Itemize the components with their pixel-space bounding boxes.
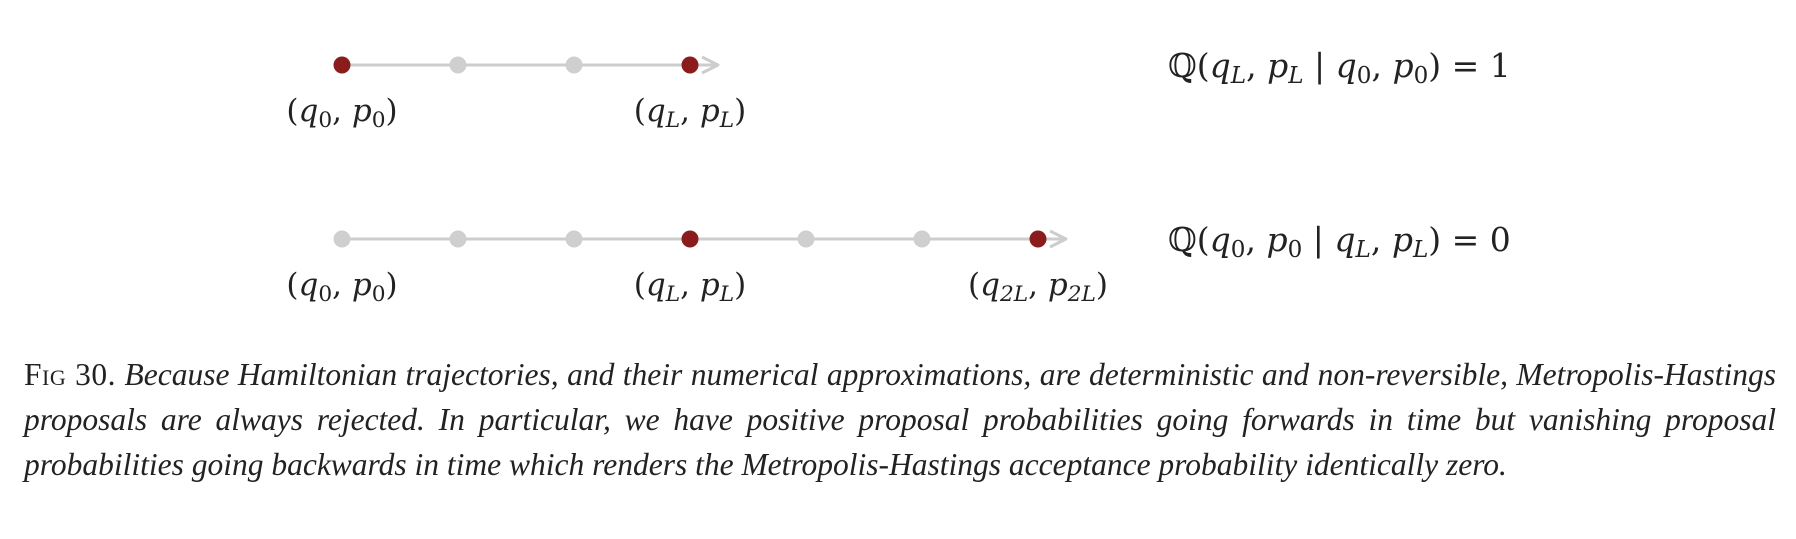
trajectory-diagram: (q0​, p0​) (qL​, pL​) ℚ(qL​, pL​ | q0​, p0… [286,46,1510,307]
state-point-active [1029,230,1047,248]
figure-caption: Fig 30. Because Hamiltonian trajectories… [24,352,1776,487]
state-point-intermediate [449,56,467,74]
state-point-intermediate [565,230,583,248]
state-label: (q0​, p0​) [286,93,397,133]
state-point-active [681,56,699,74]
state-point-active [333,56,351,74]
state-point-intermediate [565,56,583,74]
state-label: (q0​, p0​) [286,267,397,307]
caption-text: Because Hamiltonian trajectories, and th… [24,357,1776,482]
state-point-active [681,230,699,248]
state-point-intermediate [449,230,467,248]
state-point-intermediate [797,230,815,248]
state-label: (q2L​, p2L​) [968,267,1108,307]
state-point-intermediate [333,230,351,248]
proposal-probability-equation: ℚ(qL​, pL​ | q0​, p0​) = 1 [1168,46,1511,89]
figure-label: Fig 30. [24,357,117,392]
state-label: (qL​, pL​) [634,93,746,133]
proposal-probability-equation: ℚ(q0​, p0​ | qL​, pL​) = 0 [1168,220,1511,263]
state-label: (qL​, pL​) [634,267,746,307]
state-point-intermediate [913,230,931,248]
backward-trajectory: (q0​, p0​) (qL​, pL​) (q2L​, p2L​) ℚ(q0​, p… [286,220,1510,307]
forward-trajectory: (q0​, p0​) (qL​, pL​) ℚ(qL​, pL​ | q0​, p0… [286,46,1510,133]
